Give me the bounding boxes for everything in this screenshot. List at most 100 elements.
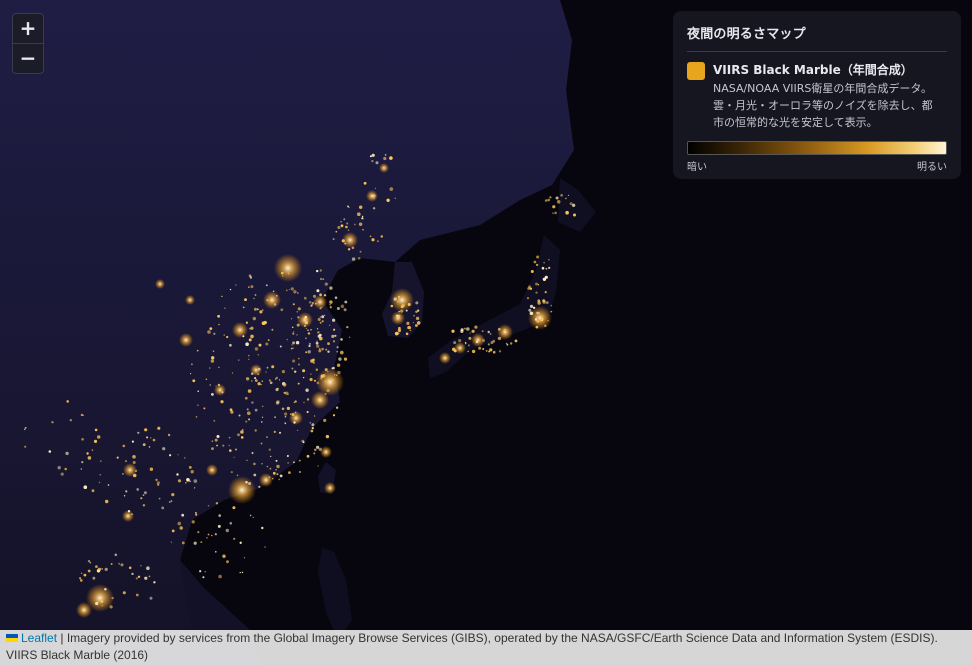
layer-name: VIIRS Black Marble（年間合成） bbox=[713, 63, 913, 77]
zoom-out-button[interactable]: − bbox=[13, 43, 43, 73]
city-light-dot bbox=[231, 372, 234, 374]
city-light-dot bbox=[91, 449, 94, 451]
city-light-dot bbox=[537, 299, 541, 303]
city-light-dot bbox=[226, 335, 229, 339]
city-light-dot bbox=[266, 299, 269, 302]
city-light-dot bbox=[140, 497, 143, 500]
city-light-dot bbox=[250, 334, 254, 339]
city-light-dot bbox=[542, 300, 546, 304]
city-light-dot bbox=[351, 257, 356, 261]
city-light-dot bbox=[556, 200, 561, 204]
city-light-dot bbox=[229, 408, 233, 412]
city-light-dot bbox=[210, 359, 215, 363]
city-light-dot bbox=[514, 339, 518, 343]
city-light-dot bbox=[246, 408, 249, 411]
city-light-dot bbox=[320, 377, 323, 380]
city-light-dot bbox=[319, 321, 322, 324]
city-light-dot bbox=[474, 325, 478, 329]
city-light-dot bbox=[274, 416, 276, 419]
city-light-dot bbox=[482, 348, 485, 350]
city-light-dot bbox=[316, 340, 318, 342]
city-light-dot bbox=[158, 497, 161, 500]
city-light-dot bbox=[341, 239, 345, 243]
city-light-dot bbox=[292, 359, 296, 363]
city-light-dot bbox=[569, 202, 573, 206]
city-light-dot bbox=[321, 315, 325, 319]
city-light-dot bbox=[197, 531, 200, 534]
city-light-dot bbox=[235, 284, 237, 286]
city-light-dot bbox=[297, 307, 301, 311]
city-light-dot bbox=[546, 301, 549, 304]
city-light-glow bbox=[366, 190, 378, 202]
city-light-dot bbox=[331, 334, 335, 338]
city-light-dot bbox=[152, 438, 156, 442]
city-light-dot bbox=[311, 303, 314, 306]
city-light-dot bbox=[463, 327, 466, 330]
city-light-dot bbox=[197, 390, 199, 393]
city-light-dot bbox=[309, 421, 312, 424]
city-light-glow bbox=[391, 311, 405, 325]
city-light-dot bbox=[222, 554, 226, 558]
city-light-dot bbox=[293, 401, 295, 403]
city-light-dot bbox=[311, 423, 315, 427]
city-light-dot bbox=[405, 332, 409, 336]
zoom-in-button[interactable]: + bbox=[13, 14, 43, 43]
city-light-dot bbox=[359, 250, 362, 253]
city-light-dot bbox=[296, 429, 299, 432]
city-light-dot bbox=[451, 329, 455, 333]
city-light-dot bbox=[401, 303, 405, 307]
city-light-dot bbox=[316, 381, 320, 385]
brightness-scale-bar bbox=[687, 141, 947, 155]
city-light-glow bbox=[155, 279, 165, 289]
city-light-dot bbox=[24, 428, 26, 430]
city-light-dot bbox=[132, 461, 136, 464]
city-light-dot bbox=[552, 205, 556, 209]
city-light-dot bbox=[415, 324, 418, 327]
city-light-dot bbox=[343, 308, 347, 312]
city-light-dot bbox=[181, 541, 185, 545]
city-light-dot bbox=[146, 436, 149, 439]
city-light-dot bbox=[214, 533, 217, 536]
city-light-dot bbox=[233, 456, 235, 458]
city-light-dot bbox=[254, 379, 258, 382]
legend-panel: 夜間の明るさマップ VIIRS Black Marble（年間合成） NASA/… bbox=[673, 11, 961, 179]
city-light-dot bbox=[254, 408, 258, 412]
city-light-dot bbox=[248, 338, 252, 342]
city-light-dot bbox=[324, 392, 327, 396]
city-light-dot bbox=[24, 445, 27, 448]
city-light-dot bbox=[354, 223, 356, 226]
city-light-dot bbox=[373, 197, 375, 200]
city-light-dot bbox=[288, 288, 291, 291]
city-light-dot bbox=[261, 380, 264, 383]
city-light-dot bbox=[205, 378, 208, 381]
city-light-dot bbox=[528, 308, 532, 312]
city-light-dot bbox=[206, 537, 208, 539]
city-light-dot bbox=[204, 570, 207, 573]
leaflet-link[interactable]: Leaflet bbox=[21, 631, 57, 645]
city-light-dot bbox=[406, 321, 410, 325]
city-light-dot bbox=[311, 427, 314, 430]
city-light-dot bbox=[327, 342, 330, 345]
city-light-dot bbox=[316, 289, 320, 293]
city-light-dot bbox=[315, 303, 317, 305]
city-light-dot bbox=[547, 198, 551, 202]
city-light-dot bbox=[248, 418, 251, 421]
city-light-dot bbox=[306, 454, 310, 458]
city-light-dot bbox=[109, 605, 113, 609]
city-light-dot bbox=[114, 553, 118, 557]
city-light-dot bbox=[329, 286, 333, 290]
city-light-dot bbox=[371, 160, 374, 163]
city-light-dot bbox=[241, 571, 244, 574]
city-light-dot bbox=[453, 341, 457, 345]
city-light-dot bbox=[347, 229, 350, 231]
city-light-dot bbox=[176, 473, 179, 476]
city-light-dot bbox=[215, 551, 217, 553]
city-light-dot bbox=[313, 452, 316, 455]
city-light-dot bbox=[400, 309, 404, 313]
city-light-dot bbox=[96, 435, 101, 439]
city-light-dot bbox=[335, 406, 339, 409]
city-light-dot bbox=[253, 297, 255, 300]
city-light-dot bbox=[303, 296, 307, 300]
city-light-dot bbox=[150, 437, 152, 439]
city-light-dot bbox=[122, 591, 126, 595]
